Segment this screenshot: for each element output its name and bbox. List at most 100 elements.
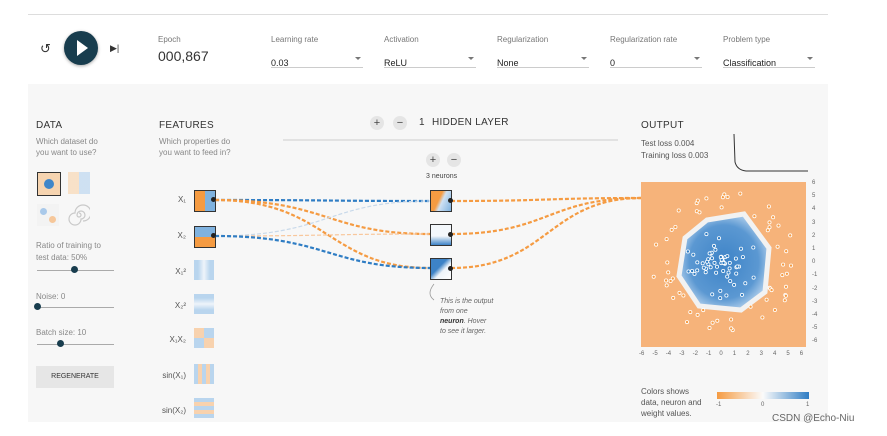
output-y-ticks: 6 5 4 3 2 1 0 -1 -2 -3 -4 -5 -6 bbox=[812, 180, 826, 350]
data-point-orange bbox=[697, 210, 702, 215]
data-point-blue bbox=[695, 268, 700, 273]
data-point-orange bbox=[776, 223, 781, 228]
data-point-orange bbox=[784, 271, 789, 276]
data-point-blue bbox=[727, 260, 732, 265]
x-tick-label: 3 bbox=[759, 351, 763, 357]
data-point-blue bbox=[728, 279, 733, 284]
y-tick-label: -5 bbox=[812, 325, 818, 332]
color-legend-bar bbox=[717, 392, 809, 399]
data-point-orange bbox=[676, 208, 681, 213]
output-x-ticks: -6 -5 -4 -3 -2 -1 0 1 2 3 4 5 6 bbox=[639, 351, 809, 361]
connection-x2-n1 bbox=[214, 200, 431, 237]
main-area: DATA Which dataset do you want to use? R… bbox=[28, 84, 828, 422]
data-point-blue bbox=[700, 261, 705, 266]
data-point-orange bbox=[765, 228, 770, 233]
data-point-blue bbox=[712, 260, 717, 265]
data-point-blue bbox=[718, 255, 723, 260]
watermark: CSDN @Echo-Niu bbox=[772, 413, 855, 424]
epoch-label: Epoch bbox=[158, 35, 181, 44]
x-tick-label: -4 bbox=[665, 351, 672, 357]
tooltip-line-2: from one bbox=[440, 308, 468, 315]
y-tick-label: 4 bbox=[812, 206, 816, 213]
data-point-orange bbox=[666, 270, 671, 275]
play-button[interactable] bbox=[64, 31, 98, 65]
legend-text-1: Colors shows bbox=[641, 387, 690, 396]
data-point-orange bbox=[719, 205, 724, 210]
legend-tick-min: -1 bbox=[716, 402, 722, 408]
data-point-orange bbox=[772, 308, 777, 313]
connection-n1-out bbox=[450, 196, 643, 203]
training-loss: Training loss 0.003 bbox=[641, 151, 709, 160]
regularization-rate-select[interactable]: 0 bbox=[610, 53, 702, 68]
data-point-orange bbox=[783, 284, 788, 289]
data-point-orange bbox=[701, 308, 706, 313]
data-point-blue bbox=[695, 260, 700, 265]
data-point-orange bbox=[651, 274, 656, 279]
data-point-blue bbox=[701, 265, 706, 270]
legend-tick-max: 1 bbox=[806, 402, 810, 408]
tooltip-line-3: neuron. Hover bbox=[440, 317, 493, 327]
regularization-select[interactable]: None bbox=[497, 53, 589, 68]
y-tick-label: 5 bbox=[812, 193, 816, 200]
data-point-orange bbox=[788, 263, 793, 268]
data-point-blue bbox=[726, 270, 731, 275]
data-point-orange bbox=[748, 304, 753, 309]
problem-type-label: Problem type bbox=[723, 35, 771, 44]
activation-label: Activation bbox=[384, 35, 419, 44]
y-tick-label: -3 bbox=[812, 298, 818, 305]
loss-line bbox=[733, 133, 808, 172]
data-point-blue bbox=[739, 246, 744, 251]
loss-curve bbox=[733, 133, 808, 172]
data-point-orange bbox=[780, 273, 785, 278]
layer-count: 1 bbox=[419, 117, 425, 128]
y-tick-label: -2 bbox=[812, 285, 818, 292]
data-point-orange bbox=[688, 310, 693, 315]
output-heatmap bbox=[641, 182, 806, 347]
activation-select[interactable]: ReLU bbox=[384, 53, 476, 68]
data-point-orange bbox=[664, 237, 669, 242]
data-point-orange bbox=[654, 242, 659, 247]
neuron-tooltip: This is the output from one neuron. Hove… bbox=[440, 297, 493, 337]
add-neuron-button[interactable]: + bbox=[426, 153, 440, 167]
regularization-rate-value: 0 bbox=[610, 58, 616, 68]
data-point-orange bbox=[764, 297, 769, 302]
learning-rate-label: Learning rate bbox=[271, 35, 319, 44]
x-tick-label: -1 bbox=[706, 351, 712, 357]
remove-layer-button[interactable]: − bbox=[393, 116, 407, 130]
chevron-down-icon bbox=[468, 57, 474, 60]
data-point-orange bbox=[677, 290, 682, 295]
tooltip-line-4: to see it larger. bbox=[440, 328, 487, 335]
data-point-orange bbox=[685, 320, 690, 325]
remove-neuron-button[interactable]: − bbox=[447, 153, 461, 167]
neurons-label: 3 neurons bbox=[426, 173, 458, 180]
y-tick-label: -4 bbox=[812, 312, 818, 318]
activation-value: ReLU bbox=[384, 58, 408, 68]
learning-rate-select[interactable]: 0.03 bbox=[271, 53, 363, 68]
tooltip-line-3b: . Hover bbox=[463, 318, 487, 325]
step-icon[interactable]: ▶| bbox=[110, 43, 119, 54]
data-point-orange bbox=[669, 227, 674, 232]
data-point-blue bbox=[733, 256, 738, 261]
y-tick-label: -6 bbox=[812, 338, 818, 345]
data-point-blue bbox=[692, 271, 697, 276]
data-point-orange bbox=[695, 198, 700, 203]
data-point-orange bbox=[664, 283, 669, 288]
legend-text-3: weight values. bbox=[641, 409, 692, 418]
legend-text-2: data, neuron and bbox=[641, 398, 702, 407]
add-layer-button[interactable]: + bbox=[370, 116, 384, 130]
data-points bbox=[651, 191, 793, 333]
data-point-blue bbox=[751, 275, 756, 280]
regularization-value: None bbox=[497, 58, 519, 68]
data-point-blue bbox=[708, 265, 713, 270]
data-point-blue bbox=[703, 270, 708, 275]
problem-type-select[interactable]: Classification bbox=[723, 53, 815, 68]
data-point-blue bbox=[686, 269, 691, 274]
data-point-blue bbox=[718, 288, 723, 293]
data-point-blue bbox=[727, 266, 732, 271]
data-point-blue bbox=[713, 247, 718, 252]
reset-icon[interactable]: ↺ bbox=[40, 41, 51, 57]
x-tick-label: 2 bbox=[746, 351, 750, 357]
data-point-orange bbox=[771, 215, 776, 220]
data-point-blue bbox=[707, 251, 712, 256]
chevron-down-icon bbox=[694, 57, 700, 60]
